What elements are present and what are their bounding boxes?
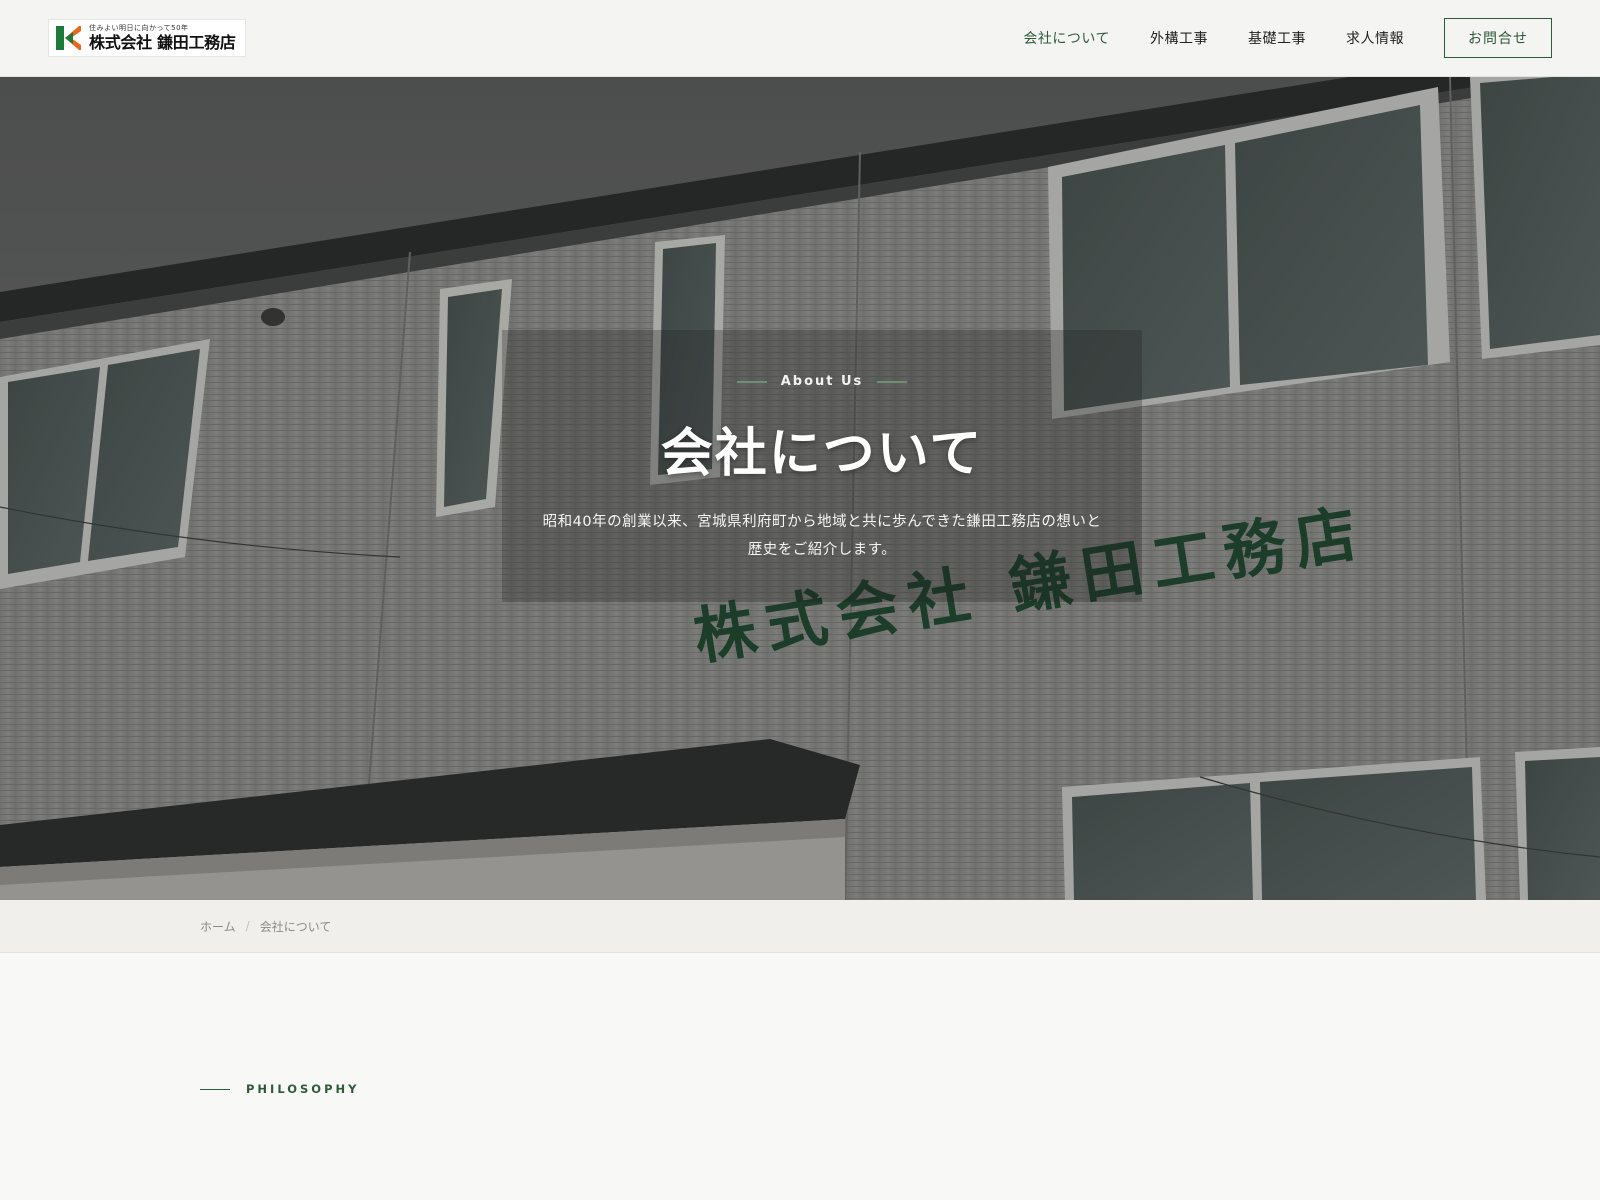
breadcrumb-separator: / — [245, 919, 250, 933]
site-logo[interactable]: 住みよい明日に向かって50年 株式会社 鎌田工務店 — [48, 19, 246, 57]
logo-tagline: 住みよい明日に向かって50年 — [89, 24, 189, 32]
site-header: 住みよい明日に向かって50年 株式会社 鎌田工務店 会社について 外構工事 基礎… — [0, 0, 1600, 77]
nav-item-recruit[interactable]: 求人情報 — [1346, 28, 1404, 48]
hero-text-panel: About Us 会社について 昭和40年の創業以来、宮城県利府町から地域と共に… — [502, 330, 1142, 602]
main-nav: 会社について 外構工事 基礎工事 求人情報 お問合せ — [983, 18, 1552, 58]
nav-item-foundation-work[interactable]: 基礎工事 — [1248, 28, 1306, 48]
breadcrumb-current: 会社について — [259, 919, 332, 934]
contact-button[interactable]: お問合せ — [1444, 18, 1552, 58]
breadcrumb: ホーム / 会社について — [0, 900, 1600, 953]
k-logo-mark-icon — [53, 23, 83, 53]
logo-text: 住みよい明日に向かって50年 株式会社 鎌田工務店 — [89, 24, 236, 52]
nav-item-about[interactable]: 会社について — [1023, 28, 1110, 48]
breadcrumb-home-link[interactable]: ホーム — [200, 918, 236, 935]
page-title: 会社について — [660, 423, 984, 484]
hero-eyebrow-text: About Us — [780, 374, 864, 389]
philosophy-section-label: PHILOSOPHY — [200, 1082, 359, 1096]
hero-description: 昭和40年の創業以来、宮城県利府町から地域と共に歩んできた鎌田工務店の想いと歴史… — [542, 514, 1102, 558]
logo-company-name: 株式会社 鎌田工務店 — [89, 33, 236, 52]
philosophy-label-text: PHILOSOPHY — [246, 1082, 360, 1096]
section-label-line — [200, 1088, 230, 1090]
eyebrow-line-right — [877, 380, 908, 383]
hero-eyebrow: About Us — [723, 374, 922, 389]
hero-section: 株式会社 鎌田工務店 About Us 会社について 昭和40年の創業以来、宮城… — [0, 77, 1600, 900]
nav-item-exterior-work[interactable]: 外構工事 — [1150, 28, 1208, 48]
eyebrow-line-left — [736, 380, 767, 383]
